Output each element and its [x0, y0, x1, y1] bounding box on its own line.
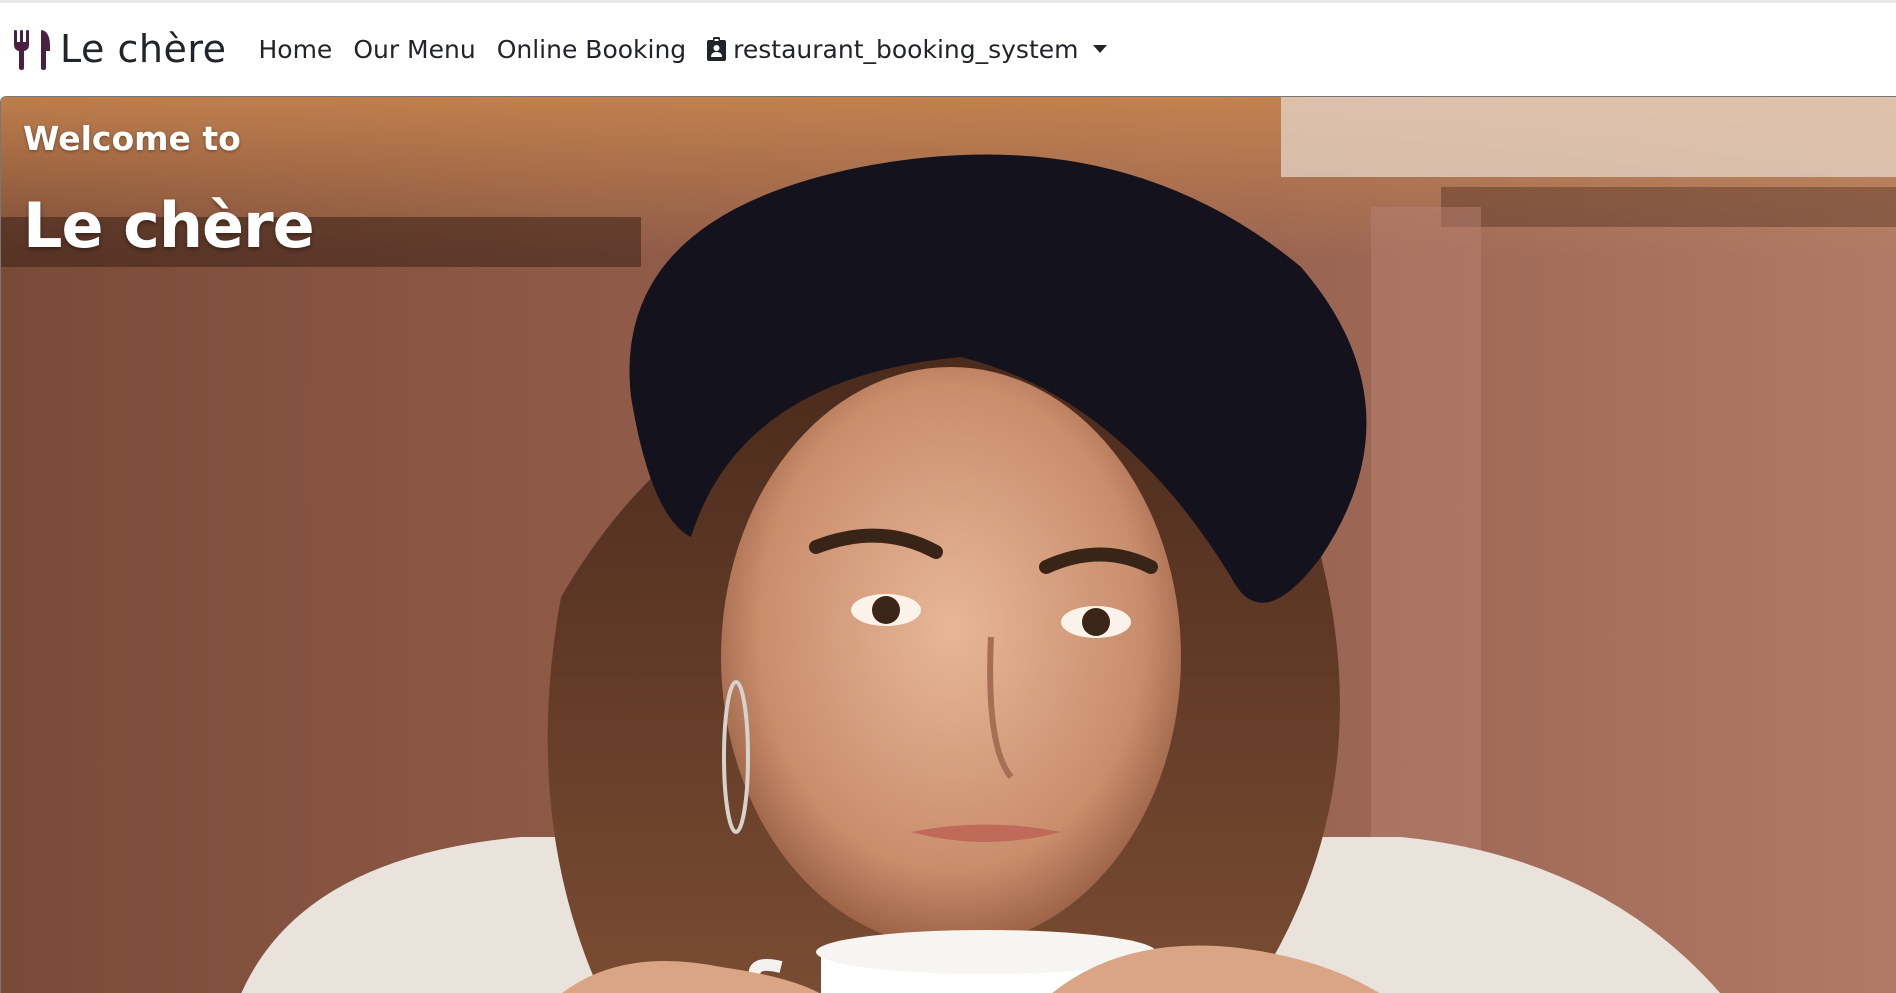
hero-subtitle: Welcome to: [23, 119, 241, 158]
account-dropdown-label: restaurant_booking_system: [733, 34, 1079, 64]
nav-link-our-menu[interactable]: Our Menu: [353, 35, 475, 64]
chevron-down-icon: [1092, 45, 1107, 53]
account-dropdown-toggle[interactable]: restaurant_booking_system: [707, 34, 1107, 64]
nav-link-online-booking[interactable]: Online Booking: [497, 35, 686, 64]
nav-link-home[interactable]: Home: [258, 35, 332, 64]
nav-links: Home Our Menu Online Booking restaurant_…: [258, 34, 1107, 64]
id-badge-icon: [707, 37, 727, 61]
brand-link[interactable]: Le chère: [12, 27, 226, 71]
utensils-icon: [14, 30, 50, 70]
hero-title: Le chère: [23, 189, 315, 262]
brand-name: Le chère: [60, 27, 227, 71]
navbar: Le chère Home Our Menu Online Booking re…: [0, 3, 1896, 95]
hero-banner: Welcome to Le chère: [0, 96, 1896, 993]
